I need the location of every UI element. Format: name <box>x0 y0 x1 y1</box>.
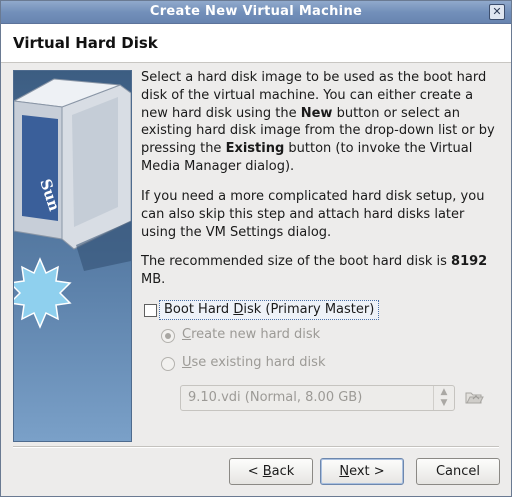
recommended-size-value: 8192 <box>451 254 488 269</box>
boot-hard-disk-label[interactable]: Boot Hard Disk (Primary Master) <box>159 300 380 320</box>
boot-hard-disk-checkbox[interactable] <box>144 304 157 317</box>
separator <box>13 446 499 448</box>
create-new-disk-radio[interactable] <box>161 329 175 343</box>
setup-paragraph: If you need a more complicated hard disk… <box>141 189 485 240</box>
starburst-icon <box>14 257 72 329</box>
chevron-updown-icon[interactable]: ▲ ▼ <box>433 386 454 410</box>
recommended-size-paragraph: The recommended size of the boot hard di… <box>141 254 488 287</box>
create-new-disk-label[interactable]: Create new hard disk <box>182 327 320 342</box>
title-bar[interactable]: Create New Virtual Machine ✕ <box>1 1 511 24</box>
close-icon[interactable]: ✕ <box>489 4 505 20</box>
dialog-window: Create New Virtual Machine ✕ Virtual Har… <box>0 0 512 497</box>
existing-disk-select-value: 9.10.vdi (Normal, 8.00 GB) <box>188 390 363 405</box>
back-button[interactable]: < Back <box>229 458 313 485</box>
next-button[interactable]: Next > <box>320 458 404 485</box>
new-keyword: New <box>300 105 333 121</box>
existing-disk-select[interactable]: 9.10.vdi (Normal, 8.00 GB) ▲ ▼ <box>180 385 455 411</box>
page-title: Virtual Hard Disk <box>13 34 158 52</box>
virtualbox-cube-illustration: Sun <box>14 78 131 329</box>
use-existing-disk-radio[interactable] <box>161 357 175 371</box>
open-folder-icon[interactable] <box>463 387 485 407</box>
intro-paragraph: Select a hard disk image to be used as t… <box>141 70 495 174</box>
wizard-side-image: Sun <box>13 70 132 442</box>
page-header: Virtual Hard Disk <box>1 24 511 63</box>
existing-keyword: Existing <box>225 141 285 157</box>
cancel-button[interactable]: Cancel <box>416 458 500 485</box>
use-existing-disk-label[interactable]: Use existing hard disk <box>182 355 325 370</box>
window-title: Create New Virtual Machine <box>149 4 363 19</box>
